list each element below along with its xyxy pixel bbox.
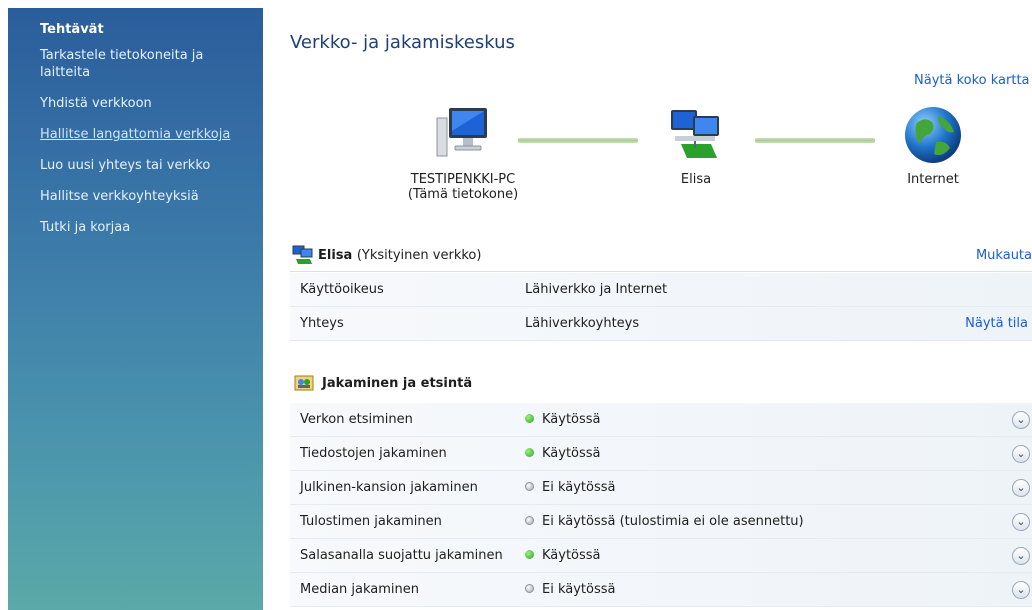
network-header: Elisa (Yksityinen verkko) Mukauta [290, 240, 1032, 272]
status-off-icon [525, 482, 534, 491]
network-icon [292, 245, 313, 264]
access-label: Käyttöoikeus [300, 282, 384, 297]
sharing-row-status-text: Käytössä [542, 412, 601, 427]
connection-value: Lähiverkkoyhteys [525, 316, 640, 331]
globe-icon [905, 107, 961, 163]
sidebar-item-view-computers[interactable]: Tarkastele tietokoneita ja laitteita [40, 47, 250, 81]
sharing-row-label: Tiedostojen jakaminen [300, 446, 447, 461]
sidebar-item-manage-wireless[interactable]: Hallitse langattomia verkkoja [40, 126, 250, 143]
sharing-row-label: Median jakaminen [300, 582, 420, 597]
sidebar-item-manage-connections[interactable]: Hallitse verkkoyhteyksiä [40, 188, 250, 205]
sharing-row-status: Käytössä [525, 446, 601, 461]
sharing-row-status: Käytössä [525, 548, 601, 563]
status-off-icon [525, 516, 534, 525]
sharing-row-status-text: Käytössä [542, 446, 601, 461]
map-node-computer[interactable]: TESTIPENKKI-PC (Tämä tietokone) [393, 104, 533, 202]
connection-row: Yhteys Lähiverkkoyhteys Näytä tila [290, 307, 1032, 341]
sharing-row: Verkon etsiminen Käytössä ⌄ [290, 403, 1032, 437]
sharing-row-status-text: Käytössä [542, 548, 601, 563]
network-name-label: Elisa [318, 248, 353, 263]
sharing-row: Salasanalla suojattu jakaminen Käytössä … [290, 539, 1032, 573]
sharing-icon [294, 375, 314, 391]
network-icon [671, 110, 719, 158]
computer-name: TESTIPENKKI-PC [410, 172, 516, 187]
customize-link[interactable]: Mukauta [976, 248, 1032, 263]
main-panel: Verkko- ja jakamiskeskus Näytä koko kart… [263, 0, 1032, 610]
internet-label: Internet [907, 172, 959, 187]
map-node-internet[interactable]: Internet [888, 104, 978, 187]
map-node-network[interactable]: Elisa [651, 104, 741, 187]
view-full-map-link[interactable]: Näytä koko kartta [914, 73, 1030, 88]
chevron-down-icon[interactable]: ⌄ [1012, 445, 1030, 463]
sharing-row-status-text: Ei käytössä [542, 582, 616, 597]
sidebar-item-connect-network[interactable]: Yhdistä verkkoon [40, 95, 250, 112]
sidebar-item-new-connection[interactable]: Luo uusi yhteys tai verkko [40, 157, 250, 174]
sharing-row-status: Ei käytössä [525, 480, 615, 495]
map-link-line [518, 138, 638, 143]
task-sidebar: Tehtävät Tarkastele tietokoneita ja lait… [8, 8, 263, 610]
sharing-row-status: Ei käytössä [525, 582, 615, 597]
chevron-down-icon[interactable]: ⌄ [1012, 479, 1030, 497]
chevron-down-icon[interactable]: ⌄ [1012, 581, 1030, 599]
sharing-row-label: Salasanalla suojattu jakaminen [300, 548, 503, 563]
sharing-row-label: Julkinen-kansion jakaminen [300, 480, 478, 495]
chevron-down-icon[interactable]: ⌄ [1012, 513, 1030, 531]
computer-icon [436, 108, 487, 157]
map-link-line [755, 138, 875, 143]
status-on-icon [525, 550, 534, 559]
network-title: Elisa (Yksityinen verkko) [318, 248, 481, 263]
sharing-row-label: Verkon etsiminen [300, 412, 413, 427]
page-title: Verkko- ja jakamiskeskus [290, 32, 515, 53]
status-off-icon [525, 584, 534, 593]
sharing-row: Tiedostojen jakaminen Käytössä ⌄ [290, 437, 1032, 471]
sharing-row-status-text: Ei käytössä [542, 480, 616, 495]
sidebar-item-diagnose[interactable]: Tutki ja korjaa [40, 219, 250, 236]
status-on-icon [525, 448, 534, 457]
chevron-down-icon[interactable]: ⌄ [1012, 411, 1030, 429]
sharing-row: Julkinen-kansion jakaminen Ei käytössä ⌄ [290, 471, 1032, 505]
view-status-link[interactable]: Näytä tila [965, 316, 1028, 331]
sharing-title: Jakaminen ja etsintä [322, 376, 473, 391]
connection-label: Yhteys [300, 316, 344, 331]
sharing-header: Jakaminen ja etsintä [290, 370, 1032, 398]
sharing-row-status-text: Ei käytössä (tulostimia ei ole asennettu… [542, 514, 804, 529]
network-type-label: (Yksityinen verkko) [356, 248, 482, 263]
network-name: Elisa [680, 172, 712, 187]
sharing-row: Tulostimen jakaminen Ei käytössä (tulost… [290, 505, 1032, 539]
access-value: Lähiverkko ja Internet [525, 282, 668, 297]
sharing-row: Median jakaminen Ei käytössä ⌄ [290, 573, 1032, 607]
sharing-row-status: Käytössä [525, 412, 601, 427]
sharing-row-status: Ei käytössä (tulostimia ei ole asennettu… [525, 514, 804, 529]
computer-subtitle: (Tämä tietokone) [407, 187, 519, 202]
status-on-icon [525, 414, 534, 423]
sidebar-title: Tehtävät [40, 22, 104, 37]
access-row: Käyttöoikeus Lähiverkko ja Internet [290, 273, 1032, 307]
chevron-down-icon[interactable]: ⌄ [1012, 547, 1030, 565]
sharing-row-label: Tulostimen jakaminen [300, 514, 442, 529]
